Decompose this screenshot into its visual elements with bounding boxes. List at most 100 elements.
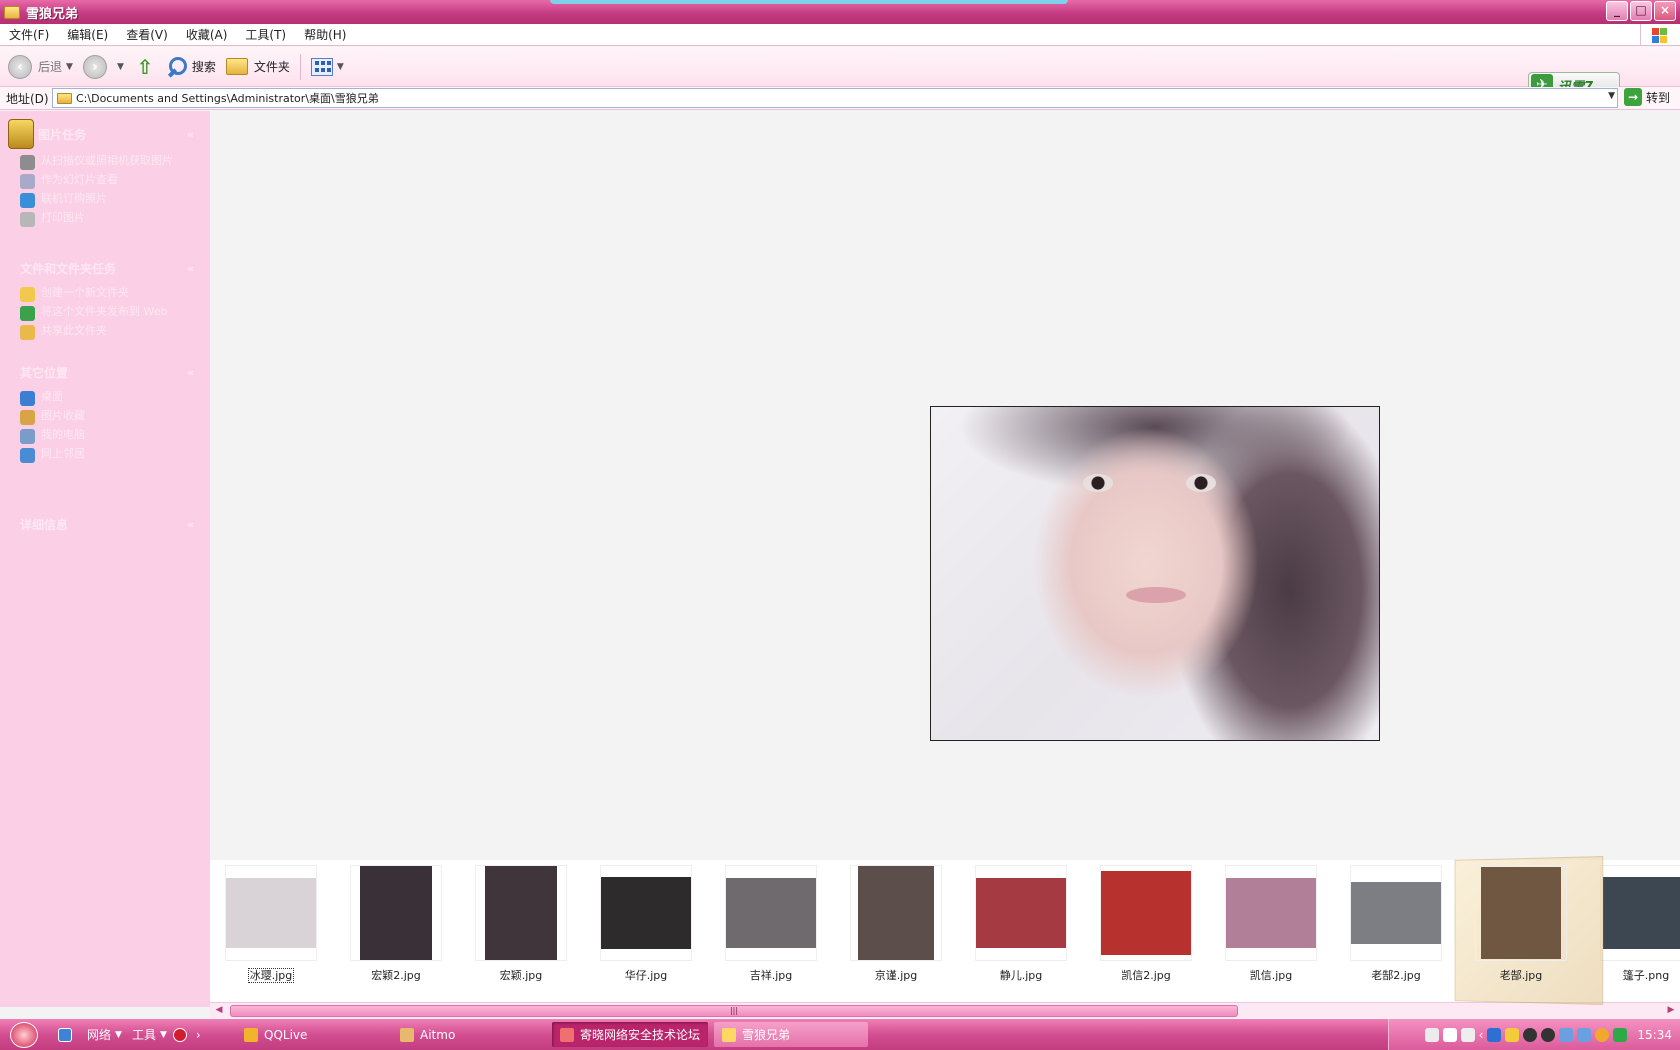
horizontal-scrollbar[interactable]: ◀ ||| ▶ bbox=[210, 1002, 1680, 1018]
back-dropdown-icon[interactable]: ▼ bbox=[66, 62, 73, 72]
task-qqlive[interactable]: QQLive bbox=[236, 1022, 386, 1047]
menu-file[interactable]: 文件(F) bbox=[0, 26, 58, 43]
other-places-title[interactable]: 其它位置 bbox=[12, 363, 198, 383]
place-my-computer[interactable]: 我的电脑 bbox=[12, 427, 198, 446]
task-forum-label: 寄晓网络安全技术论坛 bbox=[580, 1028, 701, 1042]
my-pictures-icon bbox=[20, 410, 35, 425]
image-preview[interactable] bbox=[930, 406, 1380, 741]
thumbnail-name: 篷子.png bbox=[1622, 969, 1670, 982]
scroll-left-icon[interactable]: ◀ bbox=[212, 1005, 226, 1017]
task-slideshow[interactable]: 作为幻灯片查看 bbox=[12, 172, 198, 191]
windows-logo-icon bbox=[1640, 24, 1678, 46]
up-button[interactable]: ⇧ bbox=[134, 56, 156, 78]
details-title[interactable]: 详细信息 bbox=[12, 515, 198, 535]
go-button[interactable]: → 转到 bbox=[1624, 88, 1670, 106]
menu-view[interactable]: 查看(V) bbox=[117, 26, 177, 43]
close-button[interactable]: × bbox=[1654, 1, 1676, 21]
thumbnail[interactable]: 京谨.jpg bbox=[846, 865, 946, 983]
menu-help[interactable]: 帮助(H) bbox=[295, 26, 355, 43]
security-shield-icon[interactable] bbox=[1613, 1027, 1628, 1042]
forward-button[interactable]: › ▼ bbox=[82, 54, 124, 79]
maximize-button[interactable]: □ bbox=[1630, 1, 1652, 21]
web-publish-icon bbox=[20, 306, 35, 321]
thumbnail[interactable]: 冰璎.jpg bbox=[221, 865, 321, 983]
task-pane: 图片任务 从扫描仪或照相机获取图片 作为幻灯片查看 联机订购照片 打印图片 文件… bbox=[0, 111, 210, 1007]
menu-tools[interactable]: 工具(T) bbox=[236, 26, 295, 43]
back-button[interactable]: ‹ 后退 ▼ bbox=[8, 54, 73, 79]
toolbar-network[interactable]: 网络 ▼ bbox=[87, 1026, 122, 1043]
thumbnail[interactable]: 篷子.png bbox=[1596, 865, 1680, 983]
picture-tasks-title[interactable]: 图片任务 bbox=[12, 125, 198, 145]
clock[interactable]: 15:34 bbox=[1637, 1028, 1672, 1042]
thumbnail[interactable]: 吉祥.jpg bbox=[721, 865, 821, 983]
thumbnail-name: 宏颖2.jpg bbox=[371, 969, 421, 982]
minimize-button[interactable]: _ bbox=[1606, 1, 1628, 21]
task-new-folder-label: 创建一个新文件夹 bbox=[41, 286, 129, 299]
task-order-prints[interactable]: 联机订购照片 bbox=[12, 191, 198, 210]
thumbnail-image bbox=[1475, 865, 1567, 961]
thumbnail-caption: 静儿.jpg bbox=[971, 967, 1071, 983]
task-share-folder[interactable]: 共享此文件夹 bbox=[12, 323, 198, 342]
qq-icon[interactable] bbox=[1523, 1027, 1538, 1042]
thumbnail-caption: 凯信.jpg bbox=[1221, 967, 1321, 983]
task-forum[interactable]: 寄晓网络安全技术论坛 bbox=[552, 1022, 708, 1047]
scrollbar-thumb[interactable]: ||| bbox=[230, 1005, 1238, 1017]
share-folder-icon bbox=[20, 325, 35, 340]
task-explorer[interactable]: 雪狼兄弟 bbox=[714, 1022, 868, 1047]
thumbnail[interactable]: 老郜2.jpg bbox=[1346, 865, 1446, 983]
xunlei-tray-icon[interactable] bbox=[1595, 1027, 1610, 1042]
task-publish-web[interactable]: 将这个文件夹发布到 Web bbox=[12, 304, 198, 323]
thumbnail-image bbox=[975, 865, 1067, 961]
network-tray-icon[interactable] bbox=[1577, 1027, 1592, 1042]
menu-edit[interactable]: 编辑(E) bbox=[58, 26, 117, 43]
views-button[interactable]: ▼ bbox=[310, 57, 344, 76]
tray-expand-icon[interactable]: ‹ bbox=[1479, 1028, 1484, 1042]
task-print[interactable]: 打印图片 bbox=[12, 210, 198, 229]
qq-icon[interactable] bbox=[1541, 1027, 1556, 1042]
title-bar[interactable]: 雪狼兄弟 _ □ × bbox=[0, 0, 1680, 24]
toolbar-separator bbox=[299, 53, 301, 80]
menu-favorites[interactable]: 收藏(A) bbox=[177, 26, 237, 43]
keyboard-icon[interactable] bbox=[1424, 1027, 1439, 1042]
toolbar-tools[interactable]: 工具 ▼ › bbox=[132, 1026, 201, 1043]
thumbnail[interactable]: 宏颖.jpg bbox=[471, 865, 571, 983]
quicklaunch-ie[interactable] bbox=[58, 1027, 77, 1042]
thumbnail[interactable]: 华仔.jpg bbox=[596, 865, 696, 983]
thumbnail-name: 凯信2.jpg bbox=[1121, 969, 1171, 982]
aitmo-icon bbox=[400, 1027, 414, 1042]
task-order-prints-label: 联机订购照片 bbox=[41, 192, 107, 205]
qqlive-tray-icon[interactable] bbox=[1505, 1027, 1520, 1042]
search-button[interactable]: 搜索 bbox=[166, 56, 216, 78]
place-my-pictures[interactable]: 图片收藏 bbox=[12, 408, 198, 427]
address-dropdown-icon[interactable]: ▼ bbox=[1608, 91, 1615, 101]
thumbnail-caption: 老郜2.jpg bbox=[1346, 967, 1446, 983]
task-get-pictures[interactable]: 从扫描仪或照相机获取图片 bbox=[12, 153, 198, 172]
folders-button[interactable]: 文件夹 bbox=[225, 58, 290, 75]
window-controls: _ □ × bbox=[1606, 1, 1676, 21]
input-method-icon[interactable] bbox=[1460, 1027, 1475, 1042]
scroll-right-icon[interactable]: ▶ bbox=[1664, 1005, 1678, 1017]
address-path: C:\Documents and Settings\Administrator\… bbox=[76, 92, 379, 105]
menu-bar: 文件(F) 编辑(E) 查看(V) 收藏(A) 工具(T) 帮助(H) bbox=[0, 24, 1680, 46]
task-new-folder[interactable]: 创建一个新文件夹 bbox=[12, 285, 198, 304]
thumbnail-caption: 老郜.jpg bbox=[1471, 967, 1571, 983]
thumbnail-image bbox=[1100, 865, 1192, 961]
help-icon[interactable] bbox=[1442, 1027, 1457, 1042]
task-aitmo[interactable]: Aitmo bbox=[392, 1022, 542, 1047]
place-network[interactable]: 网上邻居 bbox=[12, 446, 198, 465]
views-dropdown-icon[interactable]: ▼ bbox=[337, 62, 344, 72]
thumbnail[interactable]: 凯信.jpg bbox=[1221, 865, 1321, 983]
forward-dropdown-icon[interactable]: ▼ bbox=[117, 62, 124, 72]
thumbnail[interactable]: 宏颖2.jpg bbox=[346, 865, 446, 983]
scanner-camera-icon bbox=[20, 155, 35, 170]
place-desktop[interactable]: 桌面 bbox=[12, 389, 198, 408]
thumbnail[interactable]: 老郜.jpg bbox=[1471, 865, 1571, 983]
preview-right-eye bbox=[1186, 474, 1216, 492]
start-button[interactable] bbox=[0, 1019, 48, 1050]
thumbnail[interactable]: 静儿.jpg bbox=[971, 865, 1071, 983]
address-input[interactable]: C:\Documents and Settings\Administrator\… bbox=[52, 88, 1618, 108]
thumbnail[interactable]: 凯信2.jpg bbox=[1096, 865, 1196, 983]
tray-app-icon[interactable] bbox=[1487, 1027, 1502, 1042]
file-tasks-title[interactable]: 文件和文件夹任务 bbox=[12, 259, 198, 279]
network-tray-icon[interactable] bbox=[1559, 1027, 1574, 1042]
